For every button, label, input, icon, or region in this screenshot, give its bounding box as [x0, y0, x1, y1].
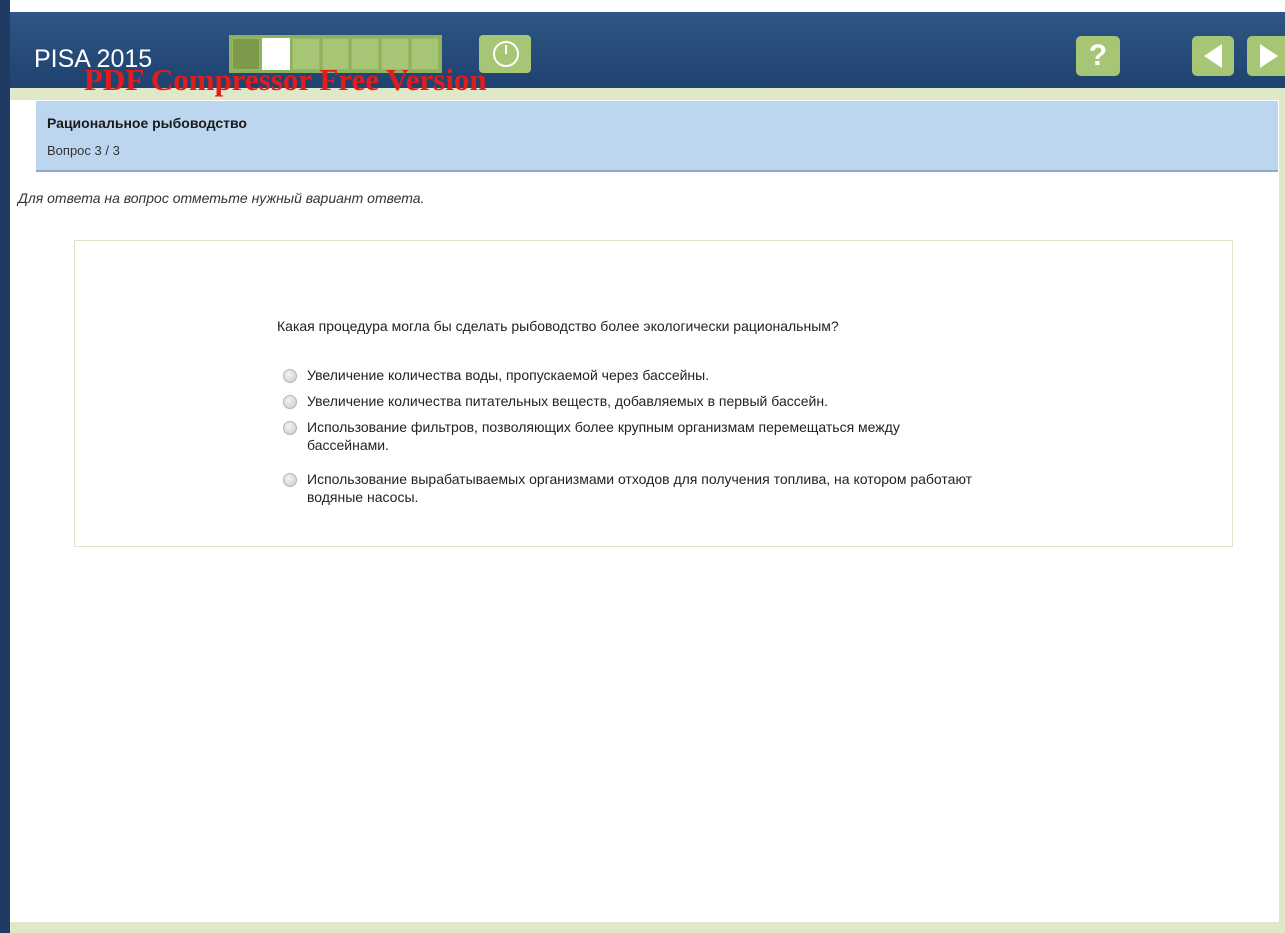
- answer-option[interactable]: Использование фильтров, позволяющих боле…: [283, 418, 907, 454]
- arrow-right-icon: [1260, 44, 1278, 68]
- answer-option-label: Использование фильтров, позволяющих боле…: [307, 419, 900, 453]
- radio-button[interactable]: [283, 473, 297, 487]
- question-panel: Какая процедура могла бы сделать рыбовод…: [74, 240, 1233, 547]
- answer-option-label: Использование вырабатываемых организмами…: [307, 471, 973, 505]
- window-right-edge: [1279, 90, 1285, 933]
- radio-button[interactable]: [283, 421, 297, 435]
- unit-header: Рациональное рыбоводство Вопрос 3 / 3: [36, 101, 1278, 172]
- answer-option[interactable]: Использование вырабатываемых организмами…: [283, 470, 987, 506]
- help-button[interactable]: ?: [1076, 36, 1120, 76]
- question-text: Какая процедура могла бы сделать рыбовод…: [277, 318, 839, 334]
- question-number: Вопрос 3 / 3: [47, 143, 120, 158]
- window-left-edge: [0, 0, 10, 933]
- window-bottom-edge: [10, 922, 1285, 933]
- answer-option-label: Увеличение количества питательных вещест…: [307, 393, 828, 409]
- question-mark-icon: ?: [1088, 39, 1108, 72]
- radio-button[interactable]: [283, 369, 297, 383]
- window-top-edge: [0, 0, 1285, 12]
- answer-option-label: Увеличение количества воды, пропускаемой…: [307, 367, 710, 383]
- answer-option[interactable]: Увеличение количества питательных вещест…: [283, 392, 987, 410]
- clock-icon: [493, 41, 519, 67]
- answer-option[interactable]: Увеличение количества воды, пропускаемой…: [283, 366, 987, 384]
- previous-button[interactable]: [1192, 36, 1234, 76]
- watermark-text: PDF Compressor Free Version: [84, 62, 487, 97]
- next-button[interactable]: [1247, 36, 1285, 76]
- arrow-left-icon: [1204, 44, 1222, 68]
- unit-title: Рациональное рыбоводство: [47, 115, 247, 131]
- radio-button[interactable]: [283, 395, 297, 409]
- instruction-text: Для ответа на вопрос отметьте нужный вар…: [18, 190, 425, 206]
- timer-button[interactable]: [479, 35, 531, 73]
